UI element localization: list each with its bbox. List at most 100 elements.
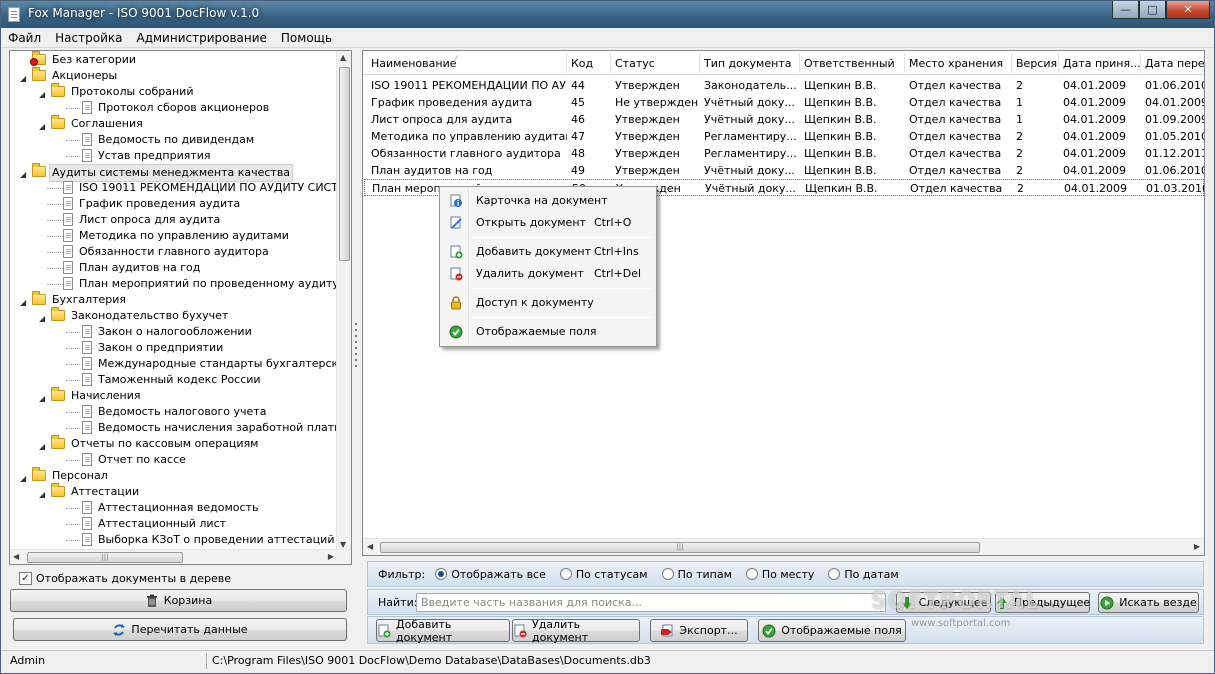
tree-node[interactable]: ◢ Начисления [10,387,336,404]
tree-horizontal-scrollbar[interactable]: ◀ ||| ▶ [10,549,351,564]
context-menu-item[interactable]: Карточка на документ [442,190,654,212]
search-everywhere-button[interactable]: Искать везде [1098,592,1199,613]
tree-node[interactable]: Устав предприятия [10,148,336,164]
tree-node[interactable]: ◢ Соглашения [10,115,336,132]
tree-node[interactable]: Отчет по кассе [10,452,336,468]
check-circle-icon [449,325,463,339]
context-menu-item[interactable]: Отображаемые поля [442,321,654,343]
filter-status-radio[interactable]: По статусам [559,568,648,581]
filter-date-radio[interactable]: По датам [828,568,899,581]
table-row[interactable]: Методика по управлению аудитами 47 Утвержд… [364,128,1204,145]
column-divider[interactable] [1058,53,1059,73]
filter-all-radio[interactable]: Отображать все [435,568,546,581]
table-row[interactable]: Обязанности главного аудитора 48 Утвержден… [364,145,1204,162]
maximize-button[interactable]: □ [1139,1,1166,19]
tree-node[interactable]: План мероприятий по проведенному аудиту [10,276,336,292]
menu-admin[interactable]: Администрирование [129,28,273,47]
grid-scroll-left-arrow-icon[interactable]: ◀ [367,542,373,551]
export-button[interactable]: Экспорт... [650,619,748,642]
table-row[interactable]: ISO 19011 РЕКОМЕНДАЦИИ ПО АУ... 44 Утвержд… [364,77,1204,94]
column-header[interactable]: Ответственный [804,57,895,70]
menu-file[interactable]: Файл [1,28,48,47]
action-bar: Добавить документ Удалить документ Экспо… [367,616,1204,644]
context-menu-item[interactable]: Открыть документ Ctrl+O [442,212,654,234]
scroll-left-arrow-icon[interactable]: ◀ [13,552,19,561]
close-button[interactable]: ✕ [1166,1,1210,19]
title-bar[interactable]: Fox Manager - ISO 9001 DocFlow v.1.0 — □… [1,1,1214,28]
minimize-button[interactable]: — [1112,1,1139,19]
column-header[interactable]: Место хранения [909,57,1003,70]
tree-horizontal-scroll-thumb[interactable]: ||| [27,552,183,563]
tree-node[interactable]: Без категории [10,51,336,68]
tree-node[interactable]: ◢ Законодательство бухучет [10,307,336,324]
tree-node[interactable]: ISO 19011 РЕКОМЕНДАЦИИ ПО АУДИТУ СИСТЕМ … [10,180,336,196]
tree-node[interactable]: Международные стандарты бухгалтерского у… [10,356,336,372]
table-row[interactable]: План аудитов на год 49 Утвержден Учётный до… [364,162,1204,179]
tree-node[interactable]: Протокол сборов акционеров [10,100,336,116]
document-icon [63,197,73,210]
column-divider[interactable] [610,53,611,73]
delete-document-button[interactable]: Удалить документ [512,618,640,644]
show-in-tree-checkbox[interactable]: ✓ [19,571,32,585]
table-row[interactable]: Лист опроса для аудита 46 Утвержден Учётный… [364,111,1204,128]
scroll-down-arrow-icon[interactable]: ▼ [340,540,346,549]
tree-node[interactable]: Ведомость начисления заработной платы [10,420,336,436]
tree-node[interactable]: Лист опроса для аудита [10,212,336,228]
tree-node[interactable]: График проведения аудита [10,196,336,212]
tree-node[interactable]: Аттестационный лист [10,516,336,532]
search-input[interactable]: Введите часть названия для поиска... [416,593,886,612]
column-divider[interactable] [1140,53,1141,73]
column-divider[interactable] [1011,53,1012,73]
column-divider[interactable] [566,53,567,73]
column-header[interactable]: Тип документа [704,57,791,70]
context-menu-item[interactable]: Удалить документ Ctrl+Del [442,263,654,285]
menu-settings[interactable]: Настройка [48,28,129,47]
scroll-up-arrow-icon[interactable]: ▲ [340,53,346,62]
tree-node[interactable]: ◢ Персонал [10,467,336,484]
document-icon [82,341,92,354]
tree-node[interactable]: Аттестационная ведомость [10,500,336,516]
grid-horizontal-scrollbar[interactable]: ◀ ||| ▶ [363,538,1204,555]
filter-type-radio[interactable]: По типам [661,568,732,581]
column-header[interactable]: Дата приня... [1063,57,1141,70]
add-document-button[interactable]: Добавить документ [376,618,510,644]
tree-node[interactable]: Ведомость по дивидендам [10,132,336,148]
context-menu-item[interactable]: Добавить документ Ctrl+Ins [442,241,654,263]
tree-node[interactable]: Обязанности главного аудитора [10,244,336,260]
panel-splitter-handle[interactable] [353,323,359,371]
column-divider[interactable] [699,53,700,73]
column-header[interactable]: Статус [615,57,655,70]
tree-node[interactable]: ◢ Аудиты системы менеджмента качества [10,163,336,182]
tree-node[interactable]: ◢ Акционеры [10,67,336,84]
tree-vertical-scrollbar[interactable]: ▲ ▼ [336,51,351,551]
tree-node[interactable]: ◢ Отчеты по кассовым операциям [10,435,336,452]
filter-place-radio[interactable]: По месту [745,568,814,581]
context-menu-item[interactable]: Доступ к документу [442,292,654,314]
scroll-right-arrow-icon[interactable]: ▶ [328,552,334,561]
tree-node[interactable]: Закон о предприятии [10,340,336,356]
displayed-fields-button[interactable]: Отображаемые поля [758,619,906,642]
tree-node[interactable]: Таможенный кодекс России [10,372,336,388]
tree-vertical-scroll-thumb[interactable] [339,67,350,261]
grid-scroll-right-arrow-icon[interactable]: ▶ [1194,542,1200,551]
column-header[interactable]: Дата пересм [1145,57,1204,70]
column-divider[interactable] [904,53,905,73]
column-header[interactable]: Версия [1016,57,1057,70]
tree-node[interactable]: Методика по управлению аудитами [10,228,336,244]
column-divider[interactable] [799,53,800,73]
tree-node[interactable]: ◢ Протоколы собраний [10,83,336,100]
column-header[interactable]: Наименование [371,57,456,70]
tree-node[interactable]: ◢ Бухгалтерия [10,291,336,308]
trash-button[interactable]: Корзина [10,589,347,612]
tree-node[interactable]: ◢ Аттестации [10,483,336,500]
grid-horizontal-scroll-thumb[interactable]: ||| [380,542,980,553]
tree-node[interactable]: План аудитов на год [10,260,336,276]
tree-node[interactable]: Ведомость налогового учета [10,404,336,420]
reload-data-button[interactable]: Перечитать данные [13,618,347,641]
show-in-tree-option[interactable]: ✓ Отображать документы в дереве [19,570,231,586]
tree-node[interactable]: Закон о налогообложении [10,324,336,340]
tree-node[interactable]: Выборка КЗоТ о проведении аттестаций [10,532,336,548]
menu-help[interactable]: Помощь [274,28,339,47]
table-row[interactable]: График проведения аудита 45 Не утвержден Уч… [364,94,1204,111]
column-header[interactable]: Код [571,57,593,70]
